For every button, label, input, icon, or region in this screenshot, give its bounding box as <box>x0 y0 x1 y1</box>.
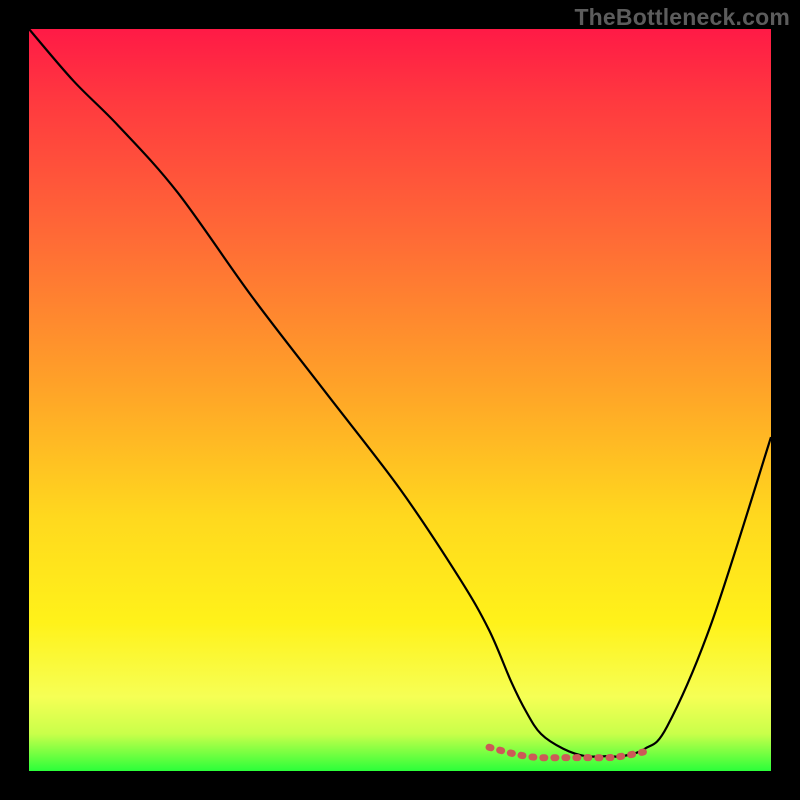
chart-frame: TheBottleneck.com <box>0 0 800 800</box>
red-highlight-path <box>489 747 645 757</box>
curve-svg <box>29 29 771 771</box>
watermark-text: TheBottleneck.com <box>574 4 790 31</box>
plot-area <box>29 29 771 771</box>
black-curve-path <box>29 29 771 757</box>
